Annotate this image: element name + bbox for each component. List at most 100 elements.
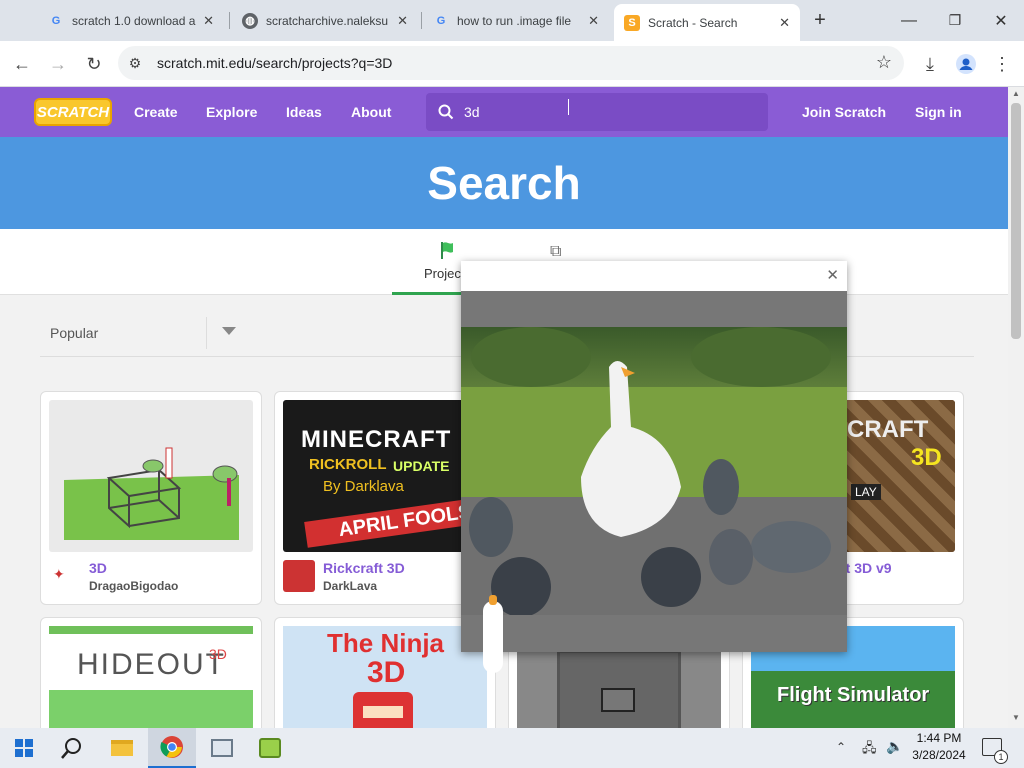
project-thumbnail[interactable]: HIDEOUT 3D: [49, 626, 253, 738]
thumbnail-text: LAY: [851, 484, 881, 500]
notification-count-badge: 1: [994, 750, 1008, 764]
thumbnail-text: By Darklava: [323, 478, 404, 495]
tab-title: scratch 1.0 download a: [72, 13, 196, 28]
browser-tab-1[interactable]: G scratch 1.0 download a ✕: [38, 6, 224, 35]
tab-separator: [421, 12, 422, 29]
search-input-value: 3d: [464, 104, 480, 120]
browser-tab-2[interactable]: ◍ scratcharchive.naleksu ✕: [232, 6, 418, 35]
divider: [206, 317, 207, 349]
thumbnail-text: APRIL FOOLS: [304, 494, 487, 548]
windows-start-icon[interactable]: [0, 728, 48, 768]
page-title: Search: [427, 157, 581, 209]
project-author[interactable]: DarkLava: [323, 579, 377, 593]
thumbnail-text: MINECRAFT: [301, 426, 452, 453]
clock-date[interactable]: 3/28/2024: [910, 748, 968, 762]
file-explorer-icon[interactable]: [98, 728, 146, 768]
thumbnail-text: RICKROLL: [309, 456, 387, 473]
project-card[interactable]: HIDEOUT 3D: [40, 617, 262, 738]
scroll-down-icon[interactable]: ▼: [1012, 713, 1020, 722]
site-info-icon[interactable]: ⚙: [126, 54, 144, 72]
scratch-logo[interactable]: SCRATCH: [34, 98, 112, 126]
close-icon[interactable]: ✕: [397, 13, 408, 29]
chrome-menu-icon[interactable]: ⋮: [987, 49, 1017, 79]
nav-create-link[interactable]: Create: [134, 87, 178, 137]
nav-explore-link[interactable]: Explore: [206, 87, 257, 137]
project-thumbnail[interactable]: [49, 400, 253, 552]
project-title[interactable]: Rickcraft 3D: [323, 560, 405, 576]
chevron-down-icon[interactable]: [222, 327, 236, 335]
project-title[interactable]: 3D: [89, 560, 107, 576]
globe-icon: ◍: [242, 12, 258, 29]
volume-icon[interactable]: 🔈: [886, 738, 903, 755]
thumbnail-text: The Ninja: [327, 628, 445, 658]
close-icon[interactable]: ✕: [588, 13, 599, 29]
goose-app-icon[interactable]: [246, 728, 294, 768]
google-g-icon: G: [51, 14, 61, 27]
photos-app-icon[interactable]: [198, 728, 246, 768]
windows-taskbar: ⌃ 🖧 🔈 1:44 PM 3/28/2024 1: [0, 728, 1024, 768]
author-avatar[interactable]: [283, 560, 315, 592]
close-icon[interactable]: ✕: [779, 15, 790, 31]
thumbnail-text: 3D: [209, 646, 227, 662]
close-icon[interactable]: ✕: [826, 266, 839, 284]
show-hidden-icons-icon[interactable]: ⌃: [836, 740, 846, 754]
browser-toolbar: ← → ↻ ⚙ scratch.mit.edu/search/projects?…: [0, 41, 1024, 87]
browser-tab-4-active[interactable]: S Scratch - Search ✕: [614, 4, 800, 41]
window-close-icon[interactable]: ✕: [978, 0, 1024, 41]
goose-beak: [489, 595, 497, 605]
sort-select[interactable]: Popular: [50, 325, 98, 341]
address-bar[interactable]: ⚙ scratch.mit.edu/search/projects?q=3D ☆: [118, 46, 904, 80]
project-author[interactable]: DragaoBigodao: [89, 579, 178, 593]
browser-tab-strip: G scratch 1.0 download a ✕ ◍ scratcharch…: [0, 0, 1024, 41]
new-tab-icon[interactable]: +: [808, 8, 832, 32]
back-arrow-icon[interactable]: ←: [7, 49, 37, 79]
scrollbar-thumb[interactable]: [1011, 103, 1021, 339]
scroll-up-icon[interactable]: ▲: [1012, 89, 1020, 98]
page-scrollbar[interactable]: ▲ ▼: [1008, 87, 1024, 728]
url-text: scratch.mit.edu/search/projects?q=3D: [157, 55, 393, 71]
thumbnail-text: Flight Simulator: [777, 684, 930, 706]
green-flag-icon: [441, 242, 453, 259]
search-input[interactable]: 3d: [426, 93, 768, 131]
popup-header: ✕: [461, 261, 847, 291]
thumbnail-text: 3D: [367, 656, 406, 689]
nav-about-link[interactable]: About: [351, 87, 391, 137]
clock-time[interactable]: 1:44 PM: [914, 731, 964, 745]
forward-arrow-icon[interactable]: →: [43, 49, 73, 79]
restore-icon[interactable]: ❐: [932, 0, 978, 41]
project-thumbnail[interactable]: MINECRAFT RICKROLL UPDATE By Darklava AP…: [283, 400, 487, 552]
image-popup[interactable]: ✕: [461, 261, 847, 673]
project-title[interactable]: ft 3D v9: [841, 560, 892, 576]
minimize-icon[interactable]: —: [886, 0, 932, 41]
scratch-navbar: SCRATCH Create Explore Ideas About 3d Jo…: [0, 87, 1008, 137]
author-avatar[interactable]: ✦: [53, 566, 69, 584]
download-icon[interactable]: ⤓: [915, 49, 945, 79]
sign-in-link[interactable]: Sign in: [915, 87, 962, 137]
chrome-taskbar-icon[interactable]: [148, 728, 196, 768]
tab-projects-label: Projec: [424, 266, 461, 281]
project-thumbnail[interactable]: The Ninja 3D: [283, 626, 487, 738]
join-scratch-link[interactable]: Join Scratch: [802, 87, 886, 137]
tab-title: scratcharchive.naleksu: [266, 13, 389, 28]
text-cursor-icon: [568, 99, 569, 115]
profile-avatar-icon[interactable]: [951, 49, 981, 79]
thumbnail-text: 3D: [911, 444, 942, 471]
tab-title: how to run .image file: [457, 13, 572, 28]
nav-ideas-link[interactable]: Ideas: [286, 87, 322, 137]
scratch-cat-icon: S: [624, 14, 640, 31]
tab-separator: [229, 12, 230, 29]
close-icon[interactable]: ✕: [203, 13, 214, 29]
thumbnail-text: UPDATE: [393, 458, 450, 474]
reload-icon[interactable]: ↻: [79, 49, 109, 79]
browser-tab-3[interactable]: G how to run .image file ✕: [423, 6, 609, 35]
google-g-icon: G: [436, 14, 446, 27]
project-card[interactable]: ✦ 3D DragaoBigodao: [40, 391, 262, 605]
search-icon[interactable]: [48, 728, 96, 768]
goose-photo: [461, 327, 847, 615]
studios-tab-icon[interactable]: ⧉: [550, 243, 570, 263]
search-banner: Search: [0, 137, 1008, 229]
thumbnail-text: HIDEOUT: [77, 648, 226, 681]
network-icon[interactable]: 🖧: [862, 739, 877, 761]
goose-desktop-pet[interactable]: [483, 601, 503, 673]
bookmark-star-icon[interactable]: ☆: [876, 52, 892, 73]
